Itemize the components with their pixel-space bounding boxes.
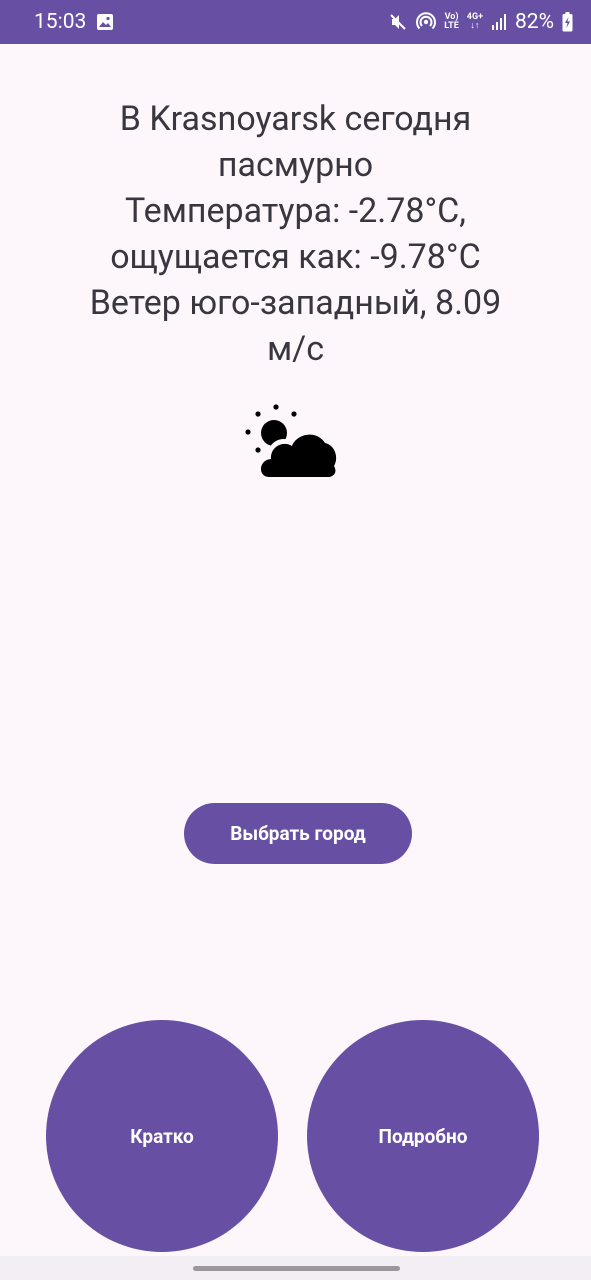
home-indicator[interactable] [193, 1266, 400, 1271]
clock: 15:03 [34, 10, 87, 34]
status-bar-right: Vo) LTE 4G+ ↓↑ 82% [388, 10, 573, 34]
navigation-bar [0, 1256, 591, 1280]
image-icon [96, 13, 114, 31]
mute-icon [388, 12, 408, 32]
choose-city-button[interactable]: Выбрать город [184, 803, 412, 864]
signal-icon [491, 13, 507, 31]
battery-percent: 82% [515, 10, 554, 34]
status-bar: 15:03 Vo) LTE 4G+ ↓↑ 82% [0, 0, 591, 44]
data-arrows-text: ↓↑ [470, 21, 480, 31]
status-bar-left: 15:03 [34, 10, 114, 34]
volte-bottom-text: LTE [444, 21, 459, 31]
4g-icon: 4G+ ↓↑ [467, 13, 483, 31]
volte-icon: Vo) LTE [444, 13, 459, 31]
hotspot-icon [416, 12, 437, 32]
partly-cloudy-icon [244, 403, 342, 481]
detailed-view-button[interactable]: Подробно [307, 1020, 539, 1252]
weather-description: В Krasnoyarsk сегодня пасмурно Температу… [89, 99, 502, 369]
short-view-button[interactable]: Кратко [46, 1020, 278, 1252]
battery-charging-icon [562, 12, 573, 32]
